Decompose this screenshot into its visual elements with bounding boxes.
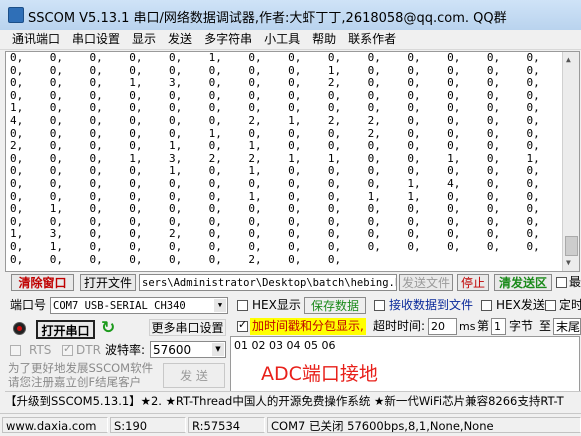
port-status-icon	[13, 322, 26, 335]
menu-bar: 通讯端口 串口设置 显示 发送 多字符串 小工具 帮助 联系作者	[0, 30, 581, 50]
send-text-area[interactable]: 01 02 03 04 05 06 ADC端口接地	[230, 336, 580, 392]
rts-label: RTS	[29, 343, 52, 357]
save-data-button[interactable]: 保存数据	[304, 297, 366, 314]
title-bar: SSCOM V5.13.1 串口/网络数据调试器,作者:大虾丁丁,2618058…	[0, 0, 581, 31]
menu-tools[interactable]: 小工具	[264, 30, 300, 49]
open-file-button[interactable]: 打开文件	[80, 274, 136, 291]
timeout-label: 超时时间:	[373, 319, 426, 333]
timeout-unit: ms	[459, 320, 476, 333]
scroll-thumb[interactable]	[565, 236, 578, 256]
more-settings-button[interactable]: 更多串口设置	[149, 319, 226, 336]
receive-line: 0, 0, 0, 0, 0, 0, 2, 0, 0,	[10, 252, 342, 266]
chevron-down-icon[interactable]: ▼	[212, 343, 224, 356]
clear-window-button[interactable]: 清除窗口	[11, 274, 74, 291]
status-website[interactable]: www.daxia.com	[2, 417, 108, 433]
send-file-button[interactable]: 发送文件	[399, 274, 453, 291]
status-bar: www.daxia.com S:190 R:57534 COM7 已关闭 576…	[0, 413, 581, 435]
refresh-icon[interactable]: ↻	[101, 320, 115, 337]
receive-line: 0, 0, 0, 0, 0, 0, 0, 0, 0, 0, 1, 4, 0, 0…	[10, 176, 579, 190]
baud-label: 波特率:	[105, 343, 146, 357]
status-port-state: COM7 已关闭 57600bps,8,1,None,None	[267, 417, 581, 433]
promo-text[interactable]: 为了更好地发展SSCOM软件 请您注册嘉立创F结尾客户	[8, 361, 153, 389]
news-ticker[interactable]: 【升级到SSCOM5.13.1】★2. ★RT-Thread中国人的开源免费操作…	[5, 391, 581, 410]
status-received-count: R:57534	[188, 417, 265, 433]
dtr-checkbox[interactable]	[62, 342, 73, 356]
menu-help[interactable]: 帮助	[312, 30, 336, 49]
timestamp-checkbox[interactable]	[237, 318, 248, 332]
stop-button[interactable]: 停止	[457, 274, 489, 291]
receive-line: 0, 1, 0, 0, 0, 0, 0, 0, 0, 0, 0, 0, 0, 0…	[10, 239, 579, 253]
receive-scrollbar[interactable]: ▲ ▼	[562, 52, 579, 271]
timed-send-checkbox[interactable]	[545, 300, 556, 311]
port-label: 端口号	[10, 298, 47, 312]
scroll-down-icon[interactable]: ▼	[566, 258, 571, 267]
scroll-up-icon[interactable]: ▲	[566, 55, 571, 64]
status-sent-count: S:190	[110, 417, 186, 433]
hex-display-checkbox[interactable]	[237, 300, 248, 311]
baud-value: 57600	[153, 343, 192, 357]
to-label: 至	[539, 319, 552, 333]
byte-prefix: 第	[477, 319, 490, 333]
clear-send-button[interactable]: 清发送区	[494, 274, 552, 291]
top-most-label: 最前	[569, 275, 581, 289]
file-path-input[interactable]: sers\Administrator\Desktop\batch\hebing.…	[139, 274, 397, 291]
menu-send[interactable]: 发送	[168, 30, 192, 49]
recv-to-file-checkbox[interactable]	[374, 300, 385, 311]
menu-serial-settings[interactable]: 串口设置	[72, 30, 120, 49]
receive-text: 0, 0, 0, 0, 0, 1, 0, 0, 0, 0, 0, 0, 0, 0…	[6, 52, 579, 266]
top-most-checkbox[interactable]	[556, 277, 567, 288]
hex-send-label: HEX发送	[496, 298, 545, 312]
port-select[interactable]: COM7 USB-SERIAL CH340 ▼	[50, 297, 228, 314]
timeout-input[interactable]: 20	[428, 318, 457, 335]
hex-send-checkbox[interactable]	[481, 300, 492, 311]
window-title: SSCOM V5.13.1 串口/网络数据调试器,作者:大虾丁丁,2618058…	[28, 11, 507, 26]
receive-line: 0, 1, 0, 0, 0, 0, 0, 0, 0, 0, 0, 0, 0, 0…	[10, 202, 579, 216]
timestamp-label: 加时间戳和分包显示,	[250, 318, 366, 335]
annotation-text: ADC端口接地	[261, 363, 378, 385]
timed-send-label: 定时	[559, 298, 581, 312]
menu-multi-string[interactable]: 多字符串	[204, 30, 252, 49]
menu-contact[interactable]: 联系作者	[348, 30, 396, 49]
baud-select[interactable]: 57600 ▼	[150, 341, 226, 358]
byte-label: 字节	[509, 319, 534, 333]
rts-checkbox[interactable]	[10, 345, 21, 356]
hex-display-label: HEX显示	[252, 298, 301, 312]
dtr-label: DTR	[76, 343, 101, 357]
receive-line: 0, 0, 0, 1, 3, 0, 0, 0, 2, 0, 0, 0, 0, 0…	[10, 76, 579, 90]
send-button[interactable]: 发 送	[163, 363, 225, 388]
chevron-down-icon[interactable]: ▼	[214, 299, 226, 312]
byte-input[interactable]: 1	[491, 318, 506, 335]
port-value: COM7 USB-SERIAL CH340	[53, 300, 186, 312]
open-port-button[interactable]: 打开串口	[36, 320, 95, 339]
receive-area[interactable]: 0, 0, 0, 0, 0, 1, 0, 0, 0, 0, 0, 0, 0, 0…	[5, 51, 580, 272]
menu-display[interactable]: 显示	[132, 30, 156, 49]
menu-port[interactable]: 通讯端口	[12, 30, 60, 49]
app-icon	[8, 7, 24, 23]
receive-line: 2, 0, 0, 0, 1, 0, 1, 0, 0, 0, 0, 0, 0, 0…	[10, 139, 579, 153]
end-input[interactable]: 末尾	[553, 318, 581, 335]
receive-line: 0, 0, 0, 0, 0, 1, 0, 0, 0, 0, 0, 0, 0, 0…	[10, 51, 579, 64]
receive-line: 4, 0, 0, 0, 0, 0, 2, 1, 2, 2, 0, 0, 0, 0…	[10, 113, 579, 127]
recv-to-file-label: 接收数据到文件	[389, 298, 474, 312]
send-text: 01 02 03 04 05 06	[234, 339, 336, 352]
